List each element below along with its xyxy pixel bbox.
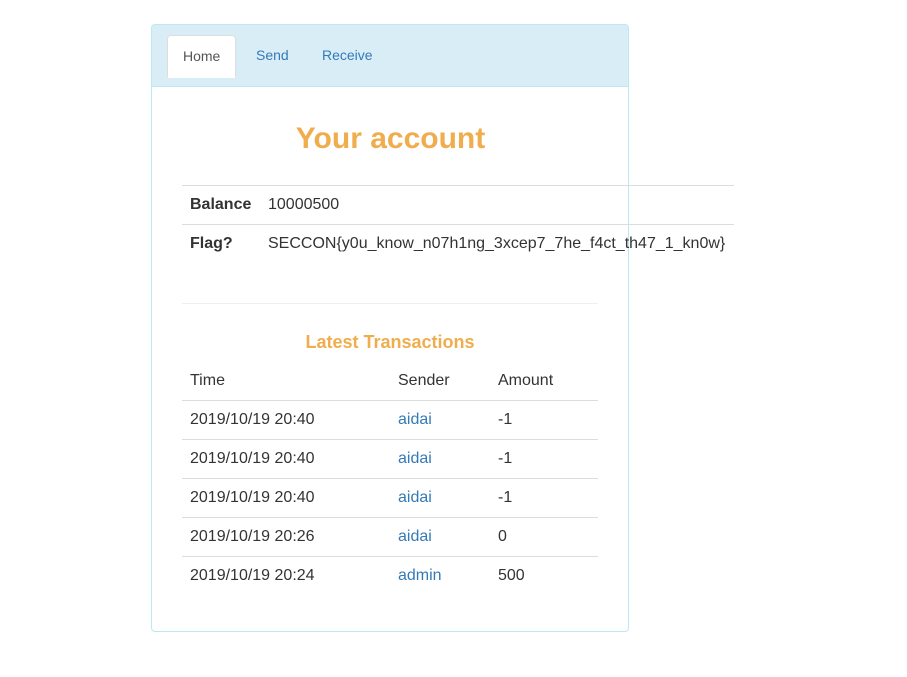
- table-header-row: Time Sender Amount: [182, 362, 598, 401]
- tx-time: 2019/10/19 20:40: [182, 400, 390, 440]
- tx-amount: -1: [490, 400, 598, 440]
- col-amount-header: Amount: [490, 362, 598, 401]
- tx-time: 2019/10/19 20:26: [182, 517, 390, 557]
- flag-value: SECCON{y0u_know_n07h1ng_3xcep7_7he_f4ct_…: [260, 224, 734, 263]
- tx-sender-cell: admin: [390, 556, 490, 595]
- tx-amount: 0: [490, 517, 598, 557]
- col-time-header: Time: [182, 362, 390, 401]
- tx-amount: 500: [490, 556, 598, 595]
- balance-row: Balance 10000500: [182, 185, 734, 225]
- col-sender-header: Sender: [390, 362, 490, 401]
- section-divider: [182, 303, 598, 304]
- tx-time: 2019/10/19 20:40: [182, 439, 390, 479]
- tab-home[interactable]: Home: [167, 35, 237, 78]
- transactions-title: Latest Transactions: [305, 332, 475, 352]
- tx-sender-link[interactable]: aidai: [398, 528, 432, 545]
- tab-send[interactable]: Send: [241, 35, 304, 76]
- tx-sender-link[interactable]: admin: [398, 567, 442, 584]
- tx-amount: -1: [490, 478, 598, 518]
- tab-receive[interactable]: Receive: [307, 35, 388, 76]
- table-row: 2019/10/19 20:40 aidai -1: [182, 400, 598, 440]
- balance-label: Balance: [182, 185, 260, 225]
- tx-time: 2019/10/19 20:40: [182, 478, 390, 518]
- table-row: 2019/10/19 20:40 aidai -1: [182, 478, 598, 518]
- tx-amount: -1: [490, 439, 598, 479]
- tx-sender-cell: aidai: [390, 478, 490, 518]
- flag-label: Flag?: [182, 224, 260, 263]
- nav-bar: Home Send Receive: [152, 25, 628, 87]
- tx-sender-link[interactable]: aidai: [398, 411, 432, 428]
- page-title: Your account: [295, 122, 486, 155]
- table-row: 2019/10/19 20:26 aidai 0: [182, 517, 598, 557]
- tx-sender-cell: aidai: [390, 400, 490, 440]
- transactions-table: Time Sender Amount 2019/10/19 20:40 aida…: [182, 362, 598, 595]
- flag-row: Flag? SECCON{y0u_know_n07h1ng_3xcep7_7he…: [182, 224, 734, 263]
- tx-sender-cell: aidai: [390, 517, 490, 557]
- account-summary-table: Balance 10000500 Flag? SECCON{y0u_know_n…: [182, 185, 734, 263]
- table-row: 2019/10/19 20:40 aidai -1: [182, 439, 598, 479]
- tx-sender-link[interactable]: aidai: [398, 489, 432, 506]
- tx-sender-cell: aidai: [390, 439, 490, 479]
- tx-time: 2019/10/19 20:24: [182, 556, 390, 595]
- tx-sender-link[interactable]: aidai: [398, 450, 432, 467]
- table-row: 2019/10/19 20:24 admin 500: [182, 556, 598, 595]
- balance-value: 10000500: [260, 185, 734, 225]
